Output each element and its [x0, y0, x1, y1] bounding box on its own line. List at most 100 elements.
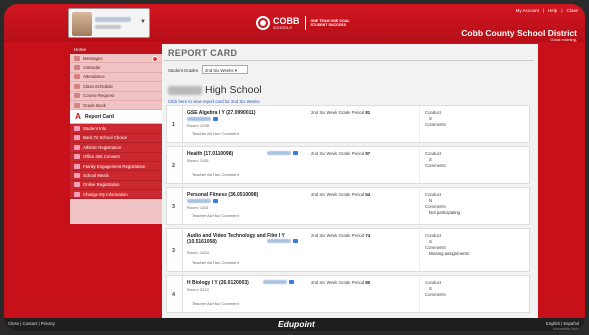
row-divider	[182, 229, 183, 271]
building-icon	[74, 154, 80, 160]
sidebar-item-report-card[interactable]: A Report Card	[70, 110, 162, 125]
sidebar-item-family-engagement[interactable]: Family Engagement Registration	[70, 162, 162, 172]
help-link[interactable]: Help	[547, 8, 558, 13]
sidebar-group: Student Info Back To School Choice Athle…	[70, 124, 162, 200]
comments-label: Comments	[425, 204, 446, 209]
sidebar-item-messages[interactable]: Messages	[70, 54, 162, 64]
grade-label: 2nd Six Week Grade Period	[311, 192, 365, 197]
logo-word: COBB	[273, 15, 300, 26]
school-name-redacted	[168, 85, 202, 95]
grade-label: 2nd Six Week Grade Period	[311, 110, 365, 115]
course-row: 4 H Biology I Y (26.0120003) Room: 2210 …	[166, 275, 530, 313]
student-avatar	[72, 12, 92, 36]
logo-divider	[304, 16, 306, 30]
sidebar-item-label: Calendar	[83, 65, 101, 71]
room: Room: 1115	[187, 205, 209, 210]
sidebar-item-label: Messages	[83, 55, 103, 61]
sidebar-item-online-registration[interactable]: Online Registration	[70, 181, 162, 191]
logo-circle-icon	[256, 16, 270, 30]
conduct-label: Conduct	[425, 233, 442, 238]
conduct-label: Conduct	[425, 280, 442, 285]
comments-label: Comments	[425, 163, 446, 168]
sidebar-item-class-schedule[interactable]: Class Schedule	[70, 82, 162, 92]
conduct-value: N	[429, 198, 433, 203]
sidebar-home[interactable]: Home	[70, 44, 162, 54]
sidebar-item-attendance[interactable]: Attendance	[70, 73, 162, 83]
email-icon[interactable]	[293, 239, 298, 243]
checklist-icon	[74, 74, 80, 80]
sidebar-item-label: Course Request	[83, 93, 115, 99]
envelope-icon	[74, 55, 80, 61]
sidebar-item-back-to-school[interactable]: Back To School Choice	[70, 134, 162, 144]
accessibility-link[interactable]: Accessibility Mode	[553, 327, 579, 331]
course-row: 1 GSE Algebra I Y (27.0990011) Room: 120…	[166, 105, 530, 143]
sidebar-item-calendar[interactable]: Calendar	[70, 63, 162, 73]
building-icon	[74, 191, 80, 197]
conduct-value: S	[429, 157, 432, 162]
sidebar-item-course-request[interactable]: Course Request	[70, 92, 162, 101]
row-divider	[419, 147, 420, 183]
sidebar-item-school-meals[interactable]: School Meals	[70, 171, 162, 181]
email-icon[interactable]	[289, 280, 294, 284]
sidebar-item-label: Student Info	[83, 126, 107, 132]
building-icon	[74, 182, 80, 188]
teacher	[187, 117, 218, 121]
teacher	[187, 199, 218, 203]
email-icon[interactable]	[213, 199, 218, 203]
teacher-name-redacted[interactable]	[263, 280, 287, 284]
row-divider	[419, 229, 420, 271]
grading-period-select[interactable]: 2nd Six Weeks ▾	[202, 65, 248, 74]
room: Room: 2210	[187, 287, 209, 292]
teacher	[263, 280, 294, 284]
language-links[interactable]: English | Español	[546, 321, 579, 326]
email-icon[interactable]	[213, 117, 218, 121]
course-number: 2	[172, 163, 176, 169]
grade-label: 2nd Six Week Grade Period	[311, 233, 365, 238]
sidebar-item-office365[interactable]: Office 365 Consent	[70, 153, 162, 162]
sidebar-item-label: Change My Information	[83, 191, 128, 197]
email-icon[interactable]	[293, 151, 298, 155]
conduct-label: Conduct	[425, 110, 442, 115]
report-card-panel: REPORT CARD Student Grades 2nd Six Weeks…	[162, 44, 538, 324]
course-number: 3	[172, 248, 176, 254]
sidebar-item-grade-book[interactable]: Grade Book	[70, 101, 162, 111]
building-icon	[74, 144, 80, 150]
link-separator: |	[561, 8, 563, 13]
sidebar-nav: Home Messages Calendar Attendance Class …	[70, 44, 162, 224]
sidebar-item-label: Grade Book	[83, 102, 106, 108]
my-account-link[interactable]: My Account	[515, 8, 540, 13]
student-grades-label: Student Grades	[168, 68, 199, 73]
grade-value: 74	[365, 233, 371, 238]
chevron-down-icon: ▼	[140, 19, 146, 25]
teacher-name-redacted[interactable]	[267, 151, 291, 155]
schedule-icon	[74, 83, 80, 89]
app-window: ▼ COBB SCHOOLS ONE TEAM ONE GOAL STUDENT…	[4, 4, 585, 331]
teacher-comment: Teacher Ad Hoc Comment	[192, 260, 239, 265]
conduct-label: Conduct	[425, 151, 442, 156]
student-id-redacted	[95, 25, 121, 29]
course-name: H Biology I Y (26.0120003)	[187, 280, 249, 286]
greeting: Good morning,	[550, 37, 577, 42]
sidebar-item-label: Report Card	[85, 113, 114, 120]
comments-label: Comments	[425, 122, 446, 127]
teacher-comment: Teacher Ad Hoc Comment	[192, 172, 239, 177]
teacher-name-redacted[interactable]	[187, 199, 211, 203]
teacher-name-redacted[interactable]	[187, 117, 211, 121]
sidebar-item-student-info[interactable]: Student Info	[70, 124, 162, 134]
sidebar-item-change-info[interactable]: Change My Information	[70, 190, 162, 200]
edupoint-logo: Edupoint	[278, 319, 315, 329]
sidebar-item-athletic[interactable]: Athletic Registration	[70, 143, 162, 153]
teacher-name-redacted[interactable]	[267, 239, 291, 243]
row-divider	[419, 188, 420, 224]
teacher-comment: Teacher Ad Hoc Comment	[192, 301, 239, 306]
student-selector[interactable]: ▼	[68, 8, 150, 38]
grade-period: 2nd Six Week Grade Period 74	[311, 233, 370, 238]
row-divider	[182, 276, 183, 312]
grade-period: 2nd Six Week Grade Period 87	[311, 151, 370, 156]
conduct-value: S	[429, 239, 432, 244]
row-divider	[419, 276, 420, 312]
view-report-card-link[interactable]: Click here to view report card for 2nd S…	[168, 99, 260, 104]
grade-label: 2nd Six Week Grade Period	[311, 280, 365, 285]
footer-links[interactable]: Close | Contact | Privacy	[8, 321, 55, 326]
close-link[interactable]: Close	[565, 8, 579, 13]
